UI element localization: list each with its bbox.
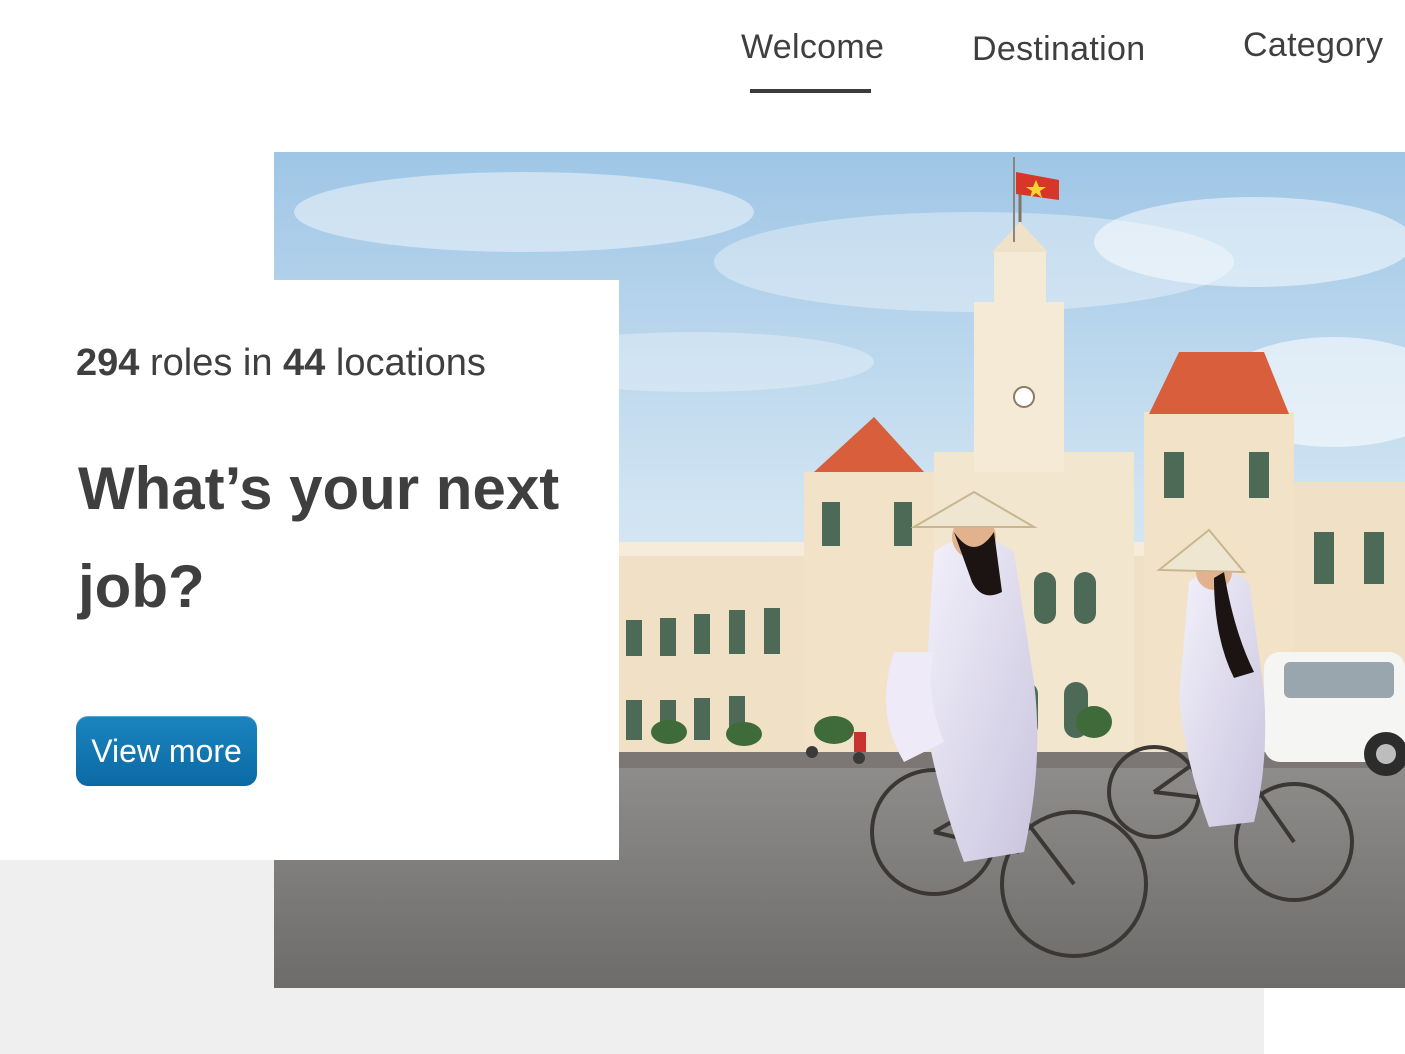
roles-text: roles in: [149, 342, 273, 384]
nav-item-category[interactable]: Category: [1243, 26, 1383, 65]
page-headline: What’s your next job?: [78, 455, 560, 620]
locations-count: 44: [283, 342, 326, 384]
nav-active-indicator: [750, 89, 871, 93]
nav-item-destination[interactable]: Destination: [972, 30, 1145, 69]
page: Welcome Destination Category 294 roles i…: [0, 0, 1405, 1054]
view-more-button[interactable]: View more: [76, 716, 257, 786]
locations-text: locations: [335, 342, 486, 384]
job-search-card: 294 roles in 44 locations What’s your ne…: [0, 280, 619, 860]
roles-count: 294: [76, 342, 140, 384]
roles-locations-summary: 294 roles in 44 locations: [76, 342, 486, 385]
top-nav: Welcome Destination Category: [0, 0, 1405, 110]
nav-item-welcome[interactable]: Welcome: [741, 28, 884, 67]
